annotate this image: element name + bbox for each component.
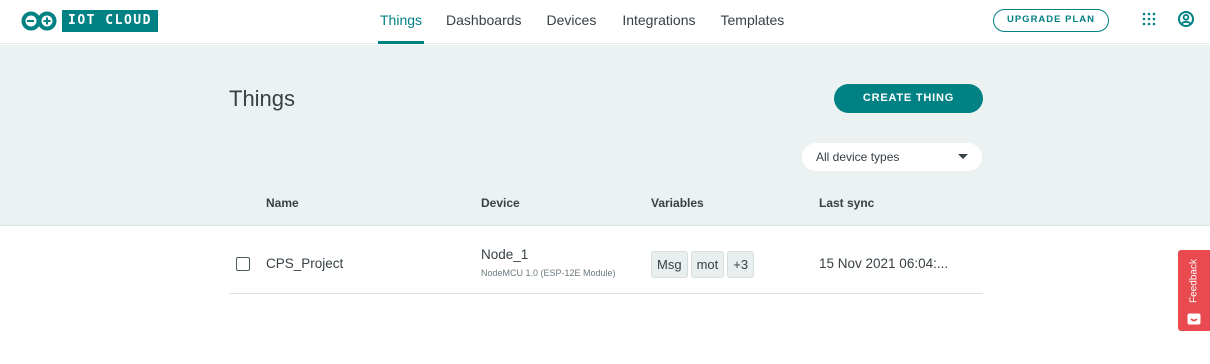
- variable-chip: Msg: [651, 251, 688, 278]
- nav-dashboards[interactable]: Dashboards: [446, 0, 522, 44]
- column-header-name[interactable]: Name: [266, 196, 299, 210]
- nav-things[interactable]: Things: [377, 0, 425, 44]
- feedback-icon: [1187, 312, 1201, 325]
- column-header-last-sync[interactable]: Last sync: [819, 196, 874, 210]
- thing-name[interactable]: CPS_Project: [266, 256, 343, 271]
- variable-more-chip: +3: [727, 251, 755, 278]
- row-checkbox[interactable]: [236, 257, 250, 271]
- page-header-band: [0, 45, 1210, 226]
- nav-templates[interactable]: Templates: [721, 0, 785, 44]
- device-type-filter[interactable]: All device types: [802, 143, 982, 171]
- nav-integrations[interactable]: Integrations: [622, 0, 695, 44]
- chevron-down-icon: [958, 154, 968, 159]
- logo[interactable]: IOT CLOUD: [20, 10, 158, 32]
- logo-text: IOT CLOUD: [62, 10, 158, 32]
- page-title: Things: [229, 86, 296, 111]
- column-header-variables[interactable]: Variables: [651, 196, 704, 210]
- filter-selected-value: All device types: [816, 150, 900, 164]
- last-sync-value: 15 Nov 2021 06:04:...: [819, 256, 949, 271]
- upgrade-plan-button[interactable]: UPGRADE PLAN: [993, 9, 1109, 32]
- arduino-logo-icon: [20, 10, 58, 32]
- column-header-device[interactable]: Device: [481, 196, 520, 210]
- device-name: Node_1: [481, 247, 529, 262]
- feedback-label: Feedback: [1188, 259, 1200, 303]
- nav-devices[interactable]: Devices: [547, 0, 597, 44]
- device-type: NodeMCU 1.0 (ESP-12E Module): [481, 268, 616, 278]
- top-bar: IOT CLOUD Things Dashboards Devices Inte…: [0, 0, 1210, 44]
- variables-chips: Msg mot +3: [651, 251, 757, 278]
- feedback-tab[interactable]: Feedback: [1178, 250, 1210, 331]
- variable-chip: mot: [690, 251, 725, 278]
- create-thing-button[interactable]: CREATE THING: [834, 84, 983, 113]
- table-row[interactable]: CPS_Project Node_1 NodeMCU 1.0 (ESP-12E …: [229, 236, 983, 294]
- main-nav: Things Dashboards Devices Integrations T…: [377, 0, 785, 44]
- apps-grid-icon[interactable]: [1142, 12, 1156, 26]
- account-icon[interactable]: [1178, 11, 1194, 27]
